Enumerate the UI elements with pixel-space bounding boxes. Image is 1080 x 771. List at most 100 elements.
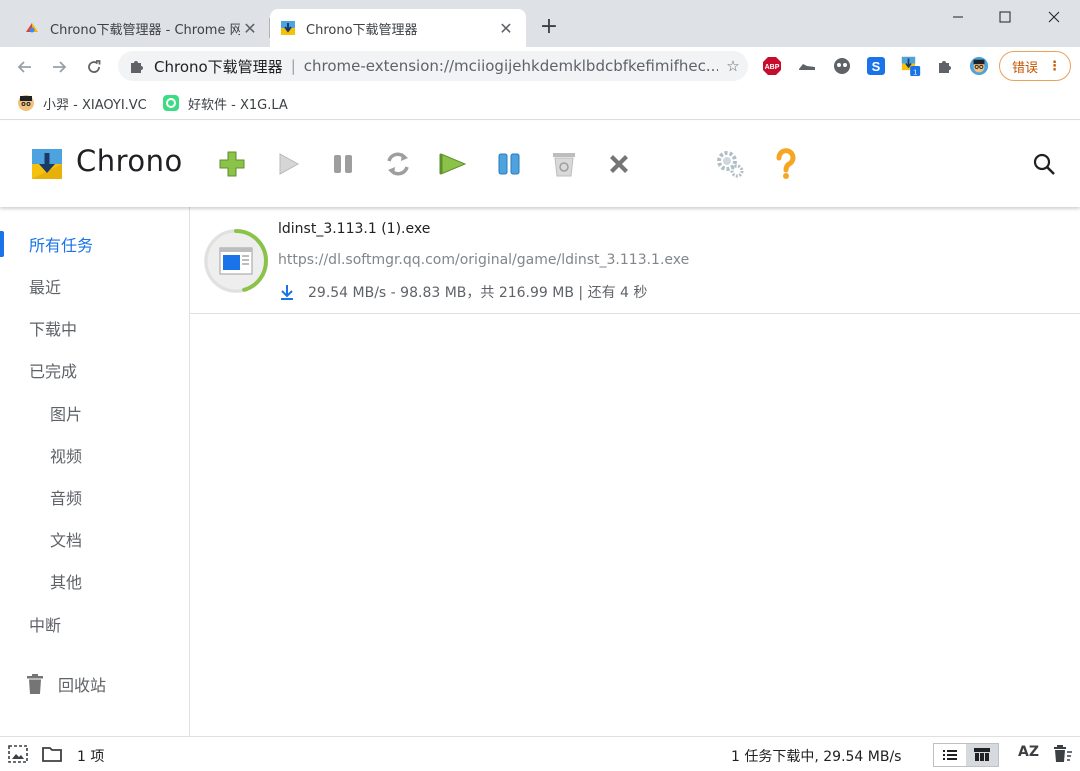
error-button-label: 错误 bbox=[1012, 60, 1039, 76]
sidebar-item-other[interactable]: 其他 bbox=[0, 560, 189, 602]
svg-text:S: S bbox=[872, 59, 881, 74]
download-list: ldinst_3.113.1 (1).exe https://dl.softmg… bbox=[190, 207, 1080, 736]
clear-list-icon[interactable] bbox=[1052, 745, 1072, 763]
tab-title: Chrono下载管理器 bbox=[306, 22, 418, 38]
extension-puzzle-icon bbox=[131, 61, 143, 73]
trash-icon bbox=[27, 674, 43, 694]
address-bar[interactable]: Chrono下载管理器 | chrome-extension://mciiogi… bbox=[118, 51, 748, 81]
sidebar-item-label: 回收站 bbox=[58, 676, 107, 695]
sidebar-item-documents[interactable]: 文档 bbox=[0, 518, 189, 560]
error-menu-button[interactable]: 错误 ⋮ bbox=[999, 51, 1071, 81]
progress-ring bbox=[204, 229, 268, 293]
exe-file-icon bbox=[219, 247, 253, 275]
sidebar-item-images[interactable]: 图片 bbox=[0, 392, 189, 434]
chrono-extension-icon[interactable]: 1 bbox=[901, 56, 921, 76]
back-arrow-icon[interactable] bbox=[11, 53, 39, 81]
retry-icon[interactable] bbox=[381, 147, 415, 181]
sidebar-item-label: 所有任务 bbox=[29, 236, 94, 255]
settings-gear-icon[interactable] bbox=[713, 147, 747, 181]
status-bar: 1 项 1 任务下载中, 29.54 MB/s AZ bbox=[0, 736, 1080, 771]
tab-title: Chrono下载管理器 - Chrome 网 bbox=[50, 22, 240, 38]
chrome-webstore-icon bbox=[26, 23, 38, 33]
new-tab-icon[interactable]: + bbox=[538, 16, 560, 38]
start-all-icon[interactable] bbox=[436, 147, 470, 181]
sidebar-item-label: 文档 bbox=[50, 531, 83, 550]
sidebar-item-downloading[interactable]: 下载中 bbox=[0, 307, 189, 349]
sidebar-item-trash[interactable]: 回收站 bbox=[0, 663, 189, 705]
browser-tab-strip: Chrono下载管理器 - Chrome 网 ✕ Chrono下载管理器 ✕ + bbox=[0, 0, 1080, 47]
clear-trash-icon[interactable] bbox=[547, 147, 581, 181]
xiaoyi-favicon-icon bbox=[18, 95, 34, 111]
view-toggle bbox=[933, 743, 999, 767]
sidebar-item-audio[interactable]: 音频 bbox=[0, 476, 189, 518]
start-icon[interactable] bbox=[271, 147, 305, 181]
folder-icon[interactable] bbox=[42, 745, 62, 763]
close-tab-icon[interactable]: ✕ bbox=[496, 18, 516, 38]
bookmark-label: 小羿 - XIAOYI.VC bbox=[43, 97, 147, 113]
chrono-logo-icon bbox=[32, 149, 62, 179]
close-window-icon[interactable] bbox=[1031, 0, 1077, 34]
app-header: Chrono bbox=[0, 121, 1080, 207]
bookmark-item-x1g[interactable]: 好软件 - X1G.LA bbox=[162, 92, 288, 114]
bookmark-label: 好软件 - X1G.LA bbox=[188, 97, 288, 113]
sort-az-icon[interactable]: AZ bbox=[1018, 744, 1039, 760]
profile-avatar[interactable] bbox=[969, 56, 989, 76]
bookmark-item-xiaoyi[interactable]: 小羿 - XIAOYI.VC bbox=[17, 92, 147, 114]
address-url: chrome-extension://mciiogijehkdemklbdcbf… bbox=[303, 57, 718, 75]
close-tab-icon[interactable]: ✕ bbox=[240, 18, 260, 38]
browser-tab-active[interactable]: Chrono下载管理器 ✕ bbox=[270, 9, 526, 47]
sidebar-item-label: 中断 bbox=[29, 616, 62, 635]
adblock-plus-icon[interactable]: ABP bbox=[762, 56, 782, 76]
search-icon[interactable] bbox=[1031, 151, 1059, 179]
sidebar-item-label: 已完成 bbox=[29, 362, 78, 381]
sidebar-item-interrupted[interactable]: 中断 bbox=[0, 603, 189, 645]
download-status: 29.54 MB/s - 98.83 MB，共 216.99 MB | 还有 4… bbox=[278, 282, 647, 302]
sidebar-item-label: 下载中 bbox=[29, 320, 78, 339]
sneaker-extension-icon[interactable] bbox=[797, 56, 817, 76]
help-icon[interactable] bbox=[769, 147, 803, 181]
menu-kebab-icon: ⋮ bbox=[1048, 58, 1062, 74]
select-image-icon[interactable] bbox=[8, 745, 28, 763]
download-url[interactable]: https://dl.softmgr.qq.com/original/game/… bbox=[278, 252, 689, 268]
download-status-text: 29.54 MB/s - 98.83 MB，共 216.99 MB | 还有 4… bbox=[308, 285, 648, 301]
download-item[interactable]: ldinst_3.113.1 (1).exe https://dl.softmg… bbox=[190, 207, 1080, 314]
app-title: Chrono bbox=[76, 144, 183, 178]
address-divider: | bbox=[290, 57, 296, 75]
browser-tab-inactive[interactable]: Chrono下载管理器 - Chrome 网 ✕ bbox=[14, 9, 270, 47]
download-filename[interactable]: ldinst_3.113.1 (1).exe bbox=[278, 221, 430, 237]
browser-toolbar: Chrono下载管理器 | chrome-extension://mciiogi… bbox=[0, 47, 1080, 86]
reload-icon[interactable] bbox=[80, 53, 108, 81]
sidebar-item-label: 图片 bbox=[50, 405, 83, 424]
extensions-puzzle-icon[interactable] bbox=[935, 56, 955, 76]
item-count: 1 项 bbox=[77, 749, 105, 765]
s-extension-icon[interactable]: S bbox=[866, 56, 886, 76]
sidebar-item-label: 最近 bbox=[29, 278, 62, 297]
tampermonkey-extension-icon[interactable] bbox=[832, 56, 852, 76]
abp-label: ABP bbox=[765, 64, 780, 71]
minimize-icon[interactable] bbox=[935, 0, 981, 34]
forward-arrow-icon[interactable] bbox=[45, 53, 73, 81]
delete-icon[interactable] bbox=[602, 147, 636, 181]
bookmarks-bar: 小羿 - XIAOYI.VC 好软件 - X1G.LA bbox=[0, 86, 1080, 120]
sidebar-item-label: 其他 bbox=[50, 573, 83, 592]
detail-view-icon[interactable] bbox=[966, 744, 998, 766]
address-host: Chrono下载管理器 bbox=[154, 57, 283, 76]
extension-badge: 1 bbox=[913, 67, 917, 76]
sidebar-item-label: 音频 bbox=[50, 489, 83, 508]
sidebar-item-recent[interactable]: 最近 bbox=[0, 265, 189, 307]
pause-icon[interactable] bbox=[326, 147, 360, 181]
sidebar-item-all-tasks[interactable]: 所有任务 bbox=[0, 223, 189, 265]
sidebar-item-label: 视频 bbox=[50, 447, 83, 466]
chrono-favicon-icon bbox=[281, 21, 295, 35]
download-arrow-icon bbox=[281, 285, 293, 300]
sidebar-item-completed[interactable]: 已完成 bbox=[0, 349, 189, 391]
pause-all-icon[interactable] bbox=[492, 147, 526, 181]
x1g-favicon-icon bbox=[163, 95, 179, 111]
sidebar-item-videos[interactable]: 视频 bbox=[0, 434, 189, 476]
download-summary: 1 任务下载中, 29.54 MB/s bbox=[731, 749, 902, 765]
bookmark-star-icon[interactable]: ☆ bbox=[718, 57, 748, 75]
add-task-icon[interactable] bbox=[215, 147, 249, 181]
list-view-icon[interactable] bbox=[934, 744, 966, 766]
sidebar: 所有任务 最近 下载中 已完成 图片 视频 音频 文档 其他 中断 回收站 bbox=[0, 207, 190, 736]
maximize-icon[interactable] bbox=[982, 0, 1028, 34]
